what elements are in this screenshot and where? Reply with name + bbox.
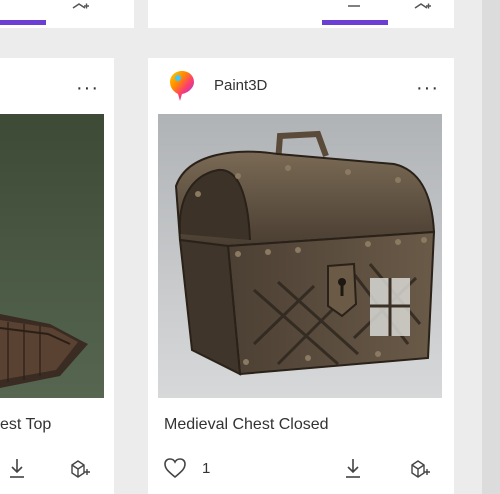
view-in-3d-icon[interactable]: [68, 456, 92, 480]
more-options-button[interactable]: ···: [416, 78, 439, 98]
more-options-button[interactable]: ···: [76, 78, 99, 98]
download-icon[interactable]: [344, 0, 364, 10]
paint3d-logo-icon: [168, 70, 196, 102]
treasure-chest-image: [158, 114, 442, 398]
model-thumbnail[interactable]: [0, 114, 104, 398]
model-title[interactable]: est Top: [0, 416, 51, 434]
model-card[interactable]: Paint3D ··· Medieval Chest Closed 1: [148, 58, 454, 494]
source-label: Paint3D: [214, 77, 268, 94]
model-title[interactable]: Medieval Chest Closed: [164, 416, 329, 434]
download-icon[interactable]: [342, 456, 364, 480]
card-top-left-partial: [0, 0, 134, 28]
heart-icon[interactable]: [162, 456, 188, 480]
view-in-3d-icon[interactable]: [68, 0, 90, 10]
model-thumbnail[interactable]: [158, 114, 442, 398]
like-count: 1: [202, 460, 211, 477]
active-indicator: [0, 20, 46, 25]
model-card-partial[interactable]: ··· est Top: [0, 58, 114, 494]
active-indicator: [322, 20, 388, 25]
scrollbar-track[interactable]: [482, 0, 500, 494]
card-top-right-partial: [148, 0, 454, 28]
download-icon[interactable]: [6, 456, 28, 480]
view-in-3d-icon[interactable]: [408, 456, 432, 480]
ship-image: [0, 114, 104, 398]
view-in-3d-icon[interactable]: [410, 0, 432, 10]
